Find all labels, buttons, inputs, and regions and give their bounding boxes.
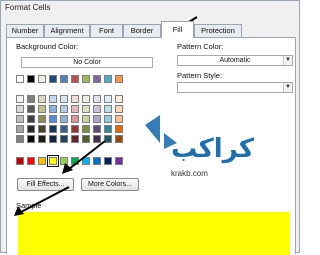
color-swatch[interactable] (104, 135, 112, 143)
color-swatch[interactable] (16, 105, 24, 113)
color-swatch[interactable] (71, 135, 79, 143)
standard-color-swatch[interactable] (60, 157, 68, 165)
pattern-color-label: Pattern Color: (177, 42, 224, 51)
color-swatch[interactable] (60, 105, 68, 113)
color-swatch[interactable] (27, 115, 35, 123)
color-swatch-selected[interactable] (47, 155, 59, 167)
standard-color-swatch[interactable] (27, 157, 35, 165)
format-cells-dialog: Format Cells Number Alignment Font Borde… (0, 0, 300, 255)
color-swatch[interactable] (82, 125, 90, 133)
standard-color-swatch[interactable] (38, 157, 46, 165)
color-swatch[interactable] (71, 95, 79, 103)
tab-border[interactable]: Border (123, 24, 161, 37)
fill-tab-panel: Background Color: No Color Fill Effects.… (6, 37, 296, 255)
color-swatch[interactable] (38, 75, 46, 83)
color-swatch[interactable] (82, 75, 90, 83)
background-color-label: Background Color: (16, 42, 79, 51)
color-swatch[interactable] (27, 125, 35, 133)
color-swatch[interactable] (49, 105, 57, 113)
pattern-color-dropdown[interactable]: Automatic ▼ (177, 55, 293, 66)
color-swatch[interactable] (27, 95, 35, 103)
watermark-site: krakb.com (171, 169, 208, 178)
color-swatch[interactable] (82, 105, 90, 113)
color-swatch[interactable] (49, 115, 57, 123)
sample-label: Sample (16, 201, 42, 210)
standard-color-swatch[interactable] (104, 157, 112, 165)
color-swatch[interactable] (27, 75, 35, 83)
color-swatch[interactable] (38, 135, 46, 143)
fill-effects-button[interactable]: Fill Effects... (17, 178, 74, 191)
color-swatch[interactable] (93, 95, 101, 103)
color-swatch[interactable] (60, 125, 68, 133)
pattern-style-dropdown[interactable]: ▼ (177, 82, 293, 93)
color-swatch[interactable] (16, 135, 24, 143)
no-color-button[interactable]: No Color (21, 57, 153, 68)
more-colors-button[interactable]: More Colors... (81, 178, 139, 191)
color-swatch[interactable] (60, 115, 68, 123)
color-swatch[interactable] (49, 95, 57, 103)
color-swatch[interactable] (104, 125, 112, 133)
color-swatch[interactable] (82, 135, 90, 143)
dialog-title: Format Cells (5, 3, 51, 12)
color-swatch[interactable] (49, 75, 57, 83)
color-swatch[interactable] (27, 105, 35, 113)
standard-color-swatch[interactable] (82, 157, 90, 165)
color-swatch[interactable] (104, 105, 112, 113)
color-swatch[interactable] (38, 105, 46, 113)
color-swatch[interactable] (49, 125, 57, 133)
color-swatch[interactable] (104, 75, 112, 83)
color-swatch[interactable] (60, 75, 68, 83)
sample-preview (18, 212, 290, 255)
color-swatch[interactable] (104, 95, 112, 103)
color-swatch[interactable] (16, 95, 24, 103)
pattern-color-value: Automatic (219, 57, 251, 64)
color-swatch[interactable] (49, 135, 57, 143)
standard-color-swatch[interactable] (93, 157, 101, 165)
color-swatch[interactable] (93, 115, 101, 123)
color-swatch[interactable] (71, 75, 79, 83)
color-swatch[interactable] (115, 95, 123, 103)
color-swatch[interactable] (115, 125, 123, 133)
color-swatch[interactable] (93, 75, 101, 83)
color-swatch[interactable] (115, 115, 123, 123)
pattern-style-label: Pattern Style: (177, 71, 223, 80)
color-swatch[interactable] (38, 95, 46, 103)
color-swatch[interactable] (71, 125, 79, 133)
color-swatch[interactable] (16, 75, 24, 83)
color-swatch[interactable] (115, 105, 123, 113)
color-swatch[interactable] (60, 135, 68, 143)
color-swatch[interactable] (104, 115, 112, 123)
color-swatch[interactable] (93, 105, 101, 113)
color-swatch[interactable] (71, 105, 79, 113)
color-swatch[interactable] (93, 125, 101, 133)
standard-color-swatch[interactable] (16, 157, 24, 165)
color-swatch[interactable] (38, 125, 46, 133)
color-swatch[interactable] (16, 115, 24, 123)
color-swatch[interactable] (93, 135, 101, 143)
color-swatch[interactable] (60, 95, 68, 103)
tab-fill[interactable]: Fill (161, 21, 194, 38)
tab-font[interactable]: Font (90, 24, 123, 37)
chevron-down-icon: ▼ (283, 56, 292, 65)
color-swatch[interactable] (115, 135, 123, 143)
color-swatch[interactable] (16, 125, 24, 133)
standard-color-swatch[interactable] (115, 157, 123, 165)
color-swatch[interactable] (38, 115, 46, 123)
tab-alignment[interactable]: Alignment (44, 24, 90, 37)
color-swatch[interactable] (82, 115, 90, 123)
tab-number[interactable]: Number (6, 24, 44, 37)
color-swatch[interactable] (71, 115, 79, 123)
chevron-down-icon: ▼ (283, 83, 292, 92)
color-swatch[interactable] (115, 75, 123, 83)
standard-color-swatch[interactable] (71, 157, 79, 165)
color-swatch[interactable] (82, 95, 90, 103)
color-swatch[interactable] (27, 135, 35, 143)
tab-protection[interactable]: Protection (194, 24, 242, 37)
